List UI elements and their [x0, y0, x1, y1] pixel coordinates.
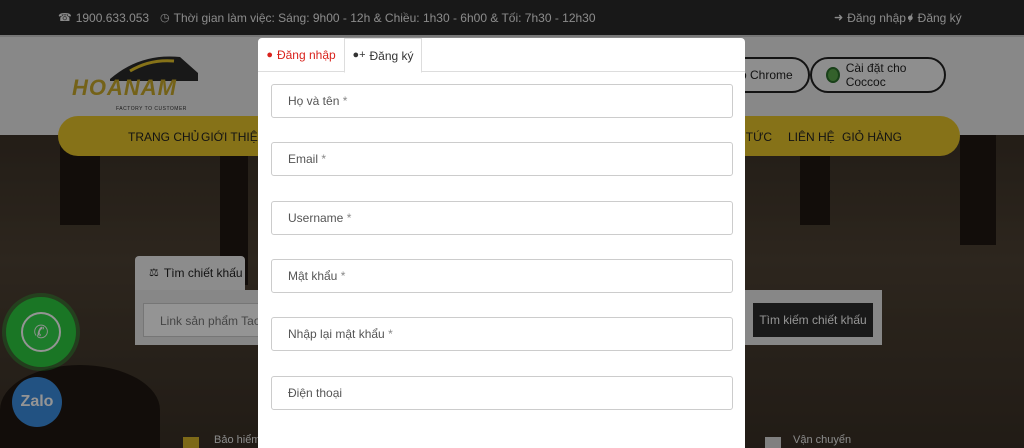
required-marker: *: [321, 152, 327, 166]
tab-login-label: Đăng nhập: [276, 48, 336, 62]
email-field[interactable]: Email *: [271, 142, 733, 176]
user-icon: ●: [266, 48, 273, 61]
required-marker: *: [340, 269, 346, 283]
required-marker: *: [388, 327, 393, 341]
tab-register[interactable]: ●+ Đăng ký: [344, 38, 422, 73]
phone-field[interactable]: Điện thoại: [271, 376, 733, 410]
required-marker: *: [342, 94, 348, 108]
password-placeholder: Mật khẩu: [288, 269, 338, 283]
full-name-field[interactable]: Họ và tên *: [271, 84, 733, 118]
auth-tabs: ● Đăng nhập ●+ Đăng ký: [258, 38, 745, 73]
confirm-password-placeholder: Nhập lại mật khẩu: [288, 327, 385, 341]
phone-placeholder: Điện thoại: [288, 386, 343, 400]
username-field[interactable]: Username *: [271, 201, 733, 235]
tab-login[interactable]: ● Đăng nhập: [258, 38, 344, 72]
username-placeholder: Username: [288, 211, 344, 225]
user-plus-icon: ●+: [352, 49, 366, 61]
password-field[interactable]: Mật khẩu *: [271, 259, 733, 293]
auth-modal: ● Đăng nhập ●+ Đăng ký Họ và tên * Email…: [258, 38, 745, 448]
required-marker: *: [346, 211, 352, 225]
confirm-password-field[interactable]: Nhập lại mật khẩu *: [271, 317, 733, 351]
email-placeholder: Email: [288, 152, 319, 166]
full-name-placeholder: Họ và tên: [288, 94, 340, 108]
tab-register-label: Đăng ký: [369, 48, 414, 63]
